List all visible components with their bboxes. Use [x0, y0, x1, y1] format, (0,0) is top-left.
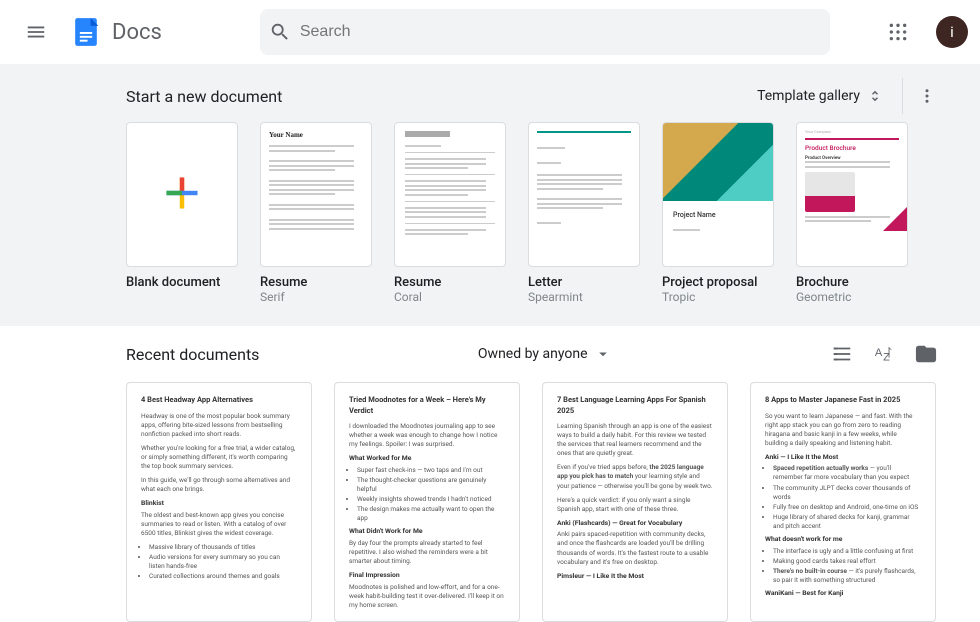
google-apps-button[interactable] — [874, 8, 922, 56]
app-header: Docs i — [0, 0, 980, 64]
template-blank-document[interactable]: Blank document — [126, 122, 238, 304]
template-name: Resume — [394, 275, 506, 290]
app-name: Docs — [112, 20, 162, 45]
sort-az-icon: AZ — [873, 343, 895, 365]
template-resume-coral[interactable]: Resume Coral — [394, 122, 506, 304]
template-subtitle: Coral — [394, 290, 506, 304]
document-card[interactable]: 4 Best Headway App Alternatives Headway … — [126, 382, 312, 622]
template-more-button[interactable] — [902, 78, 938, 114]
folder-icon — [915, 343, 937, 365]
hamburger-icon — [25, 21, 47, 43]
template-brochure-geometric[interactable]: Your CompanyProduct BrochureProduct Over… — [796, 122, 908, 304]
template-name: Project proposal — [662, 275, 774, 290]
sort-button[interactable]: AZ — [872, 342, 896, 366]
template-subtitle: Tropic — [662, 290, 774, 304]
template-subtitle: Serif — [260, 290, 372, 304]
main-menu-button[interactable] — [12, 8, 60, 56]
template-row: Blank document Your Name Resume Serif Re… — [126, 122, 938, 304]
caret-down-icon — [594, 345, 612, 363]
template-resume-serif[interactable]: Your Name Resume Serif — [260, 122, 372, 304]
unfold-icon — [866, 87, 884, 105]
search-input[interactable] — [300, 23, 822, 41]
start-new-document-title: Start a new document — [126, 87, 282, 106]
template-name: Brochure — [796, 275, 908, 290]
list-view-button[interactable] — [830, 342, 854, 366]
template-name: Resume — [260, 275, 372, 290]
open-picker-button[interactable] — [914, 342, 938, 366]
product-logo-block[interactable]: Docs — [68, 14, 162, 50]
more-vert-icon — [918, 87, 936, 105]
template-subtitle: Spearmint — [528, 290, 640, 304]
template-name: Letter — [528, 275, 640, 290]
recent-documents-row: 4 Best Headway App Alternatives Headway … — [126, 382, 938, 622]
document-preview-title: Tried Moodnotes for a Week – Here's My V… — [349, 395, 505, 416]
svg-text:A: A — [875, 347, 883, 359]
recent-documents-title: Recent documents — [126, 345, 259, 364]
list-view-icon — [831, 343, 853, 365]
template-gallery-section: Start a new document Template gallery — [0, 64, 980, 326]
document-card[interactable]: Tried Moodnotes for a Week – Here's My V… — [334, 382, 520, 622]
ownership-filter-button[interactable]: Owned by anyone — [470, 339, 620, 369]
template-subtitle: Geometric — [796, 290, 908, 304]
document-preview-title: 7 Best Language Learning Apps For Spanis… — [557, 395, 713, 416]
template-project-proposal[interactable]: Project Name Project proposal Tropic — [662, 122, 774, 304]
plus-icon — [162, 173, 202, 217]
recent-documents-section: Recent documents Owned by anyone AZ 4 Be… — [126, 326, 938, 622]
document-preview-title: 8 Apps to Master Japanese Fast in 2025 — [765, 395, 921, 406]
template-letter-spearmint[interactable]: Letter Spearmint — [528, 122, 640, 304]
docs-logo-icon — [68, 14, 104, 50]
template-gallery-label: Template gallery — [757, 88, 860, 104]
ownership-filter-label: Owned by anyone — [478, 346, 588, 362]
template-gallery-button[interactable]: Template gallery — [747, 81, 894, 111]
template-name: Blank document — [126, 275, 238, 290]
apps-grid-icon — [888, 22, 908, 42]
document-preview-title: 4 Best Headway App Alternatives — [141, 395, 297, 406]
document-card[interactable]: 7 Best Language Learning Apps For Spanis… — [542, 382, 728, 622]
search-bar[interactable] — [260, 9, 830, 55]
search-icon — [268, 20, 292, 44]
document-card[interactable]: 8 Apps to Master Japanese Fast in 2025 S… — [750, 382, 936, 622]
account-avatar[interactable]: i — [936, 16, 968, 48]
